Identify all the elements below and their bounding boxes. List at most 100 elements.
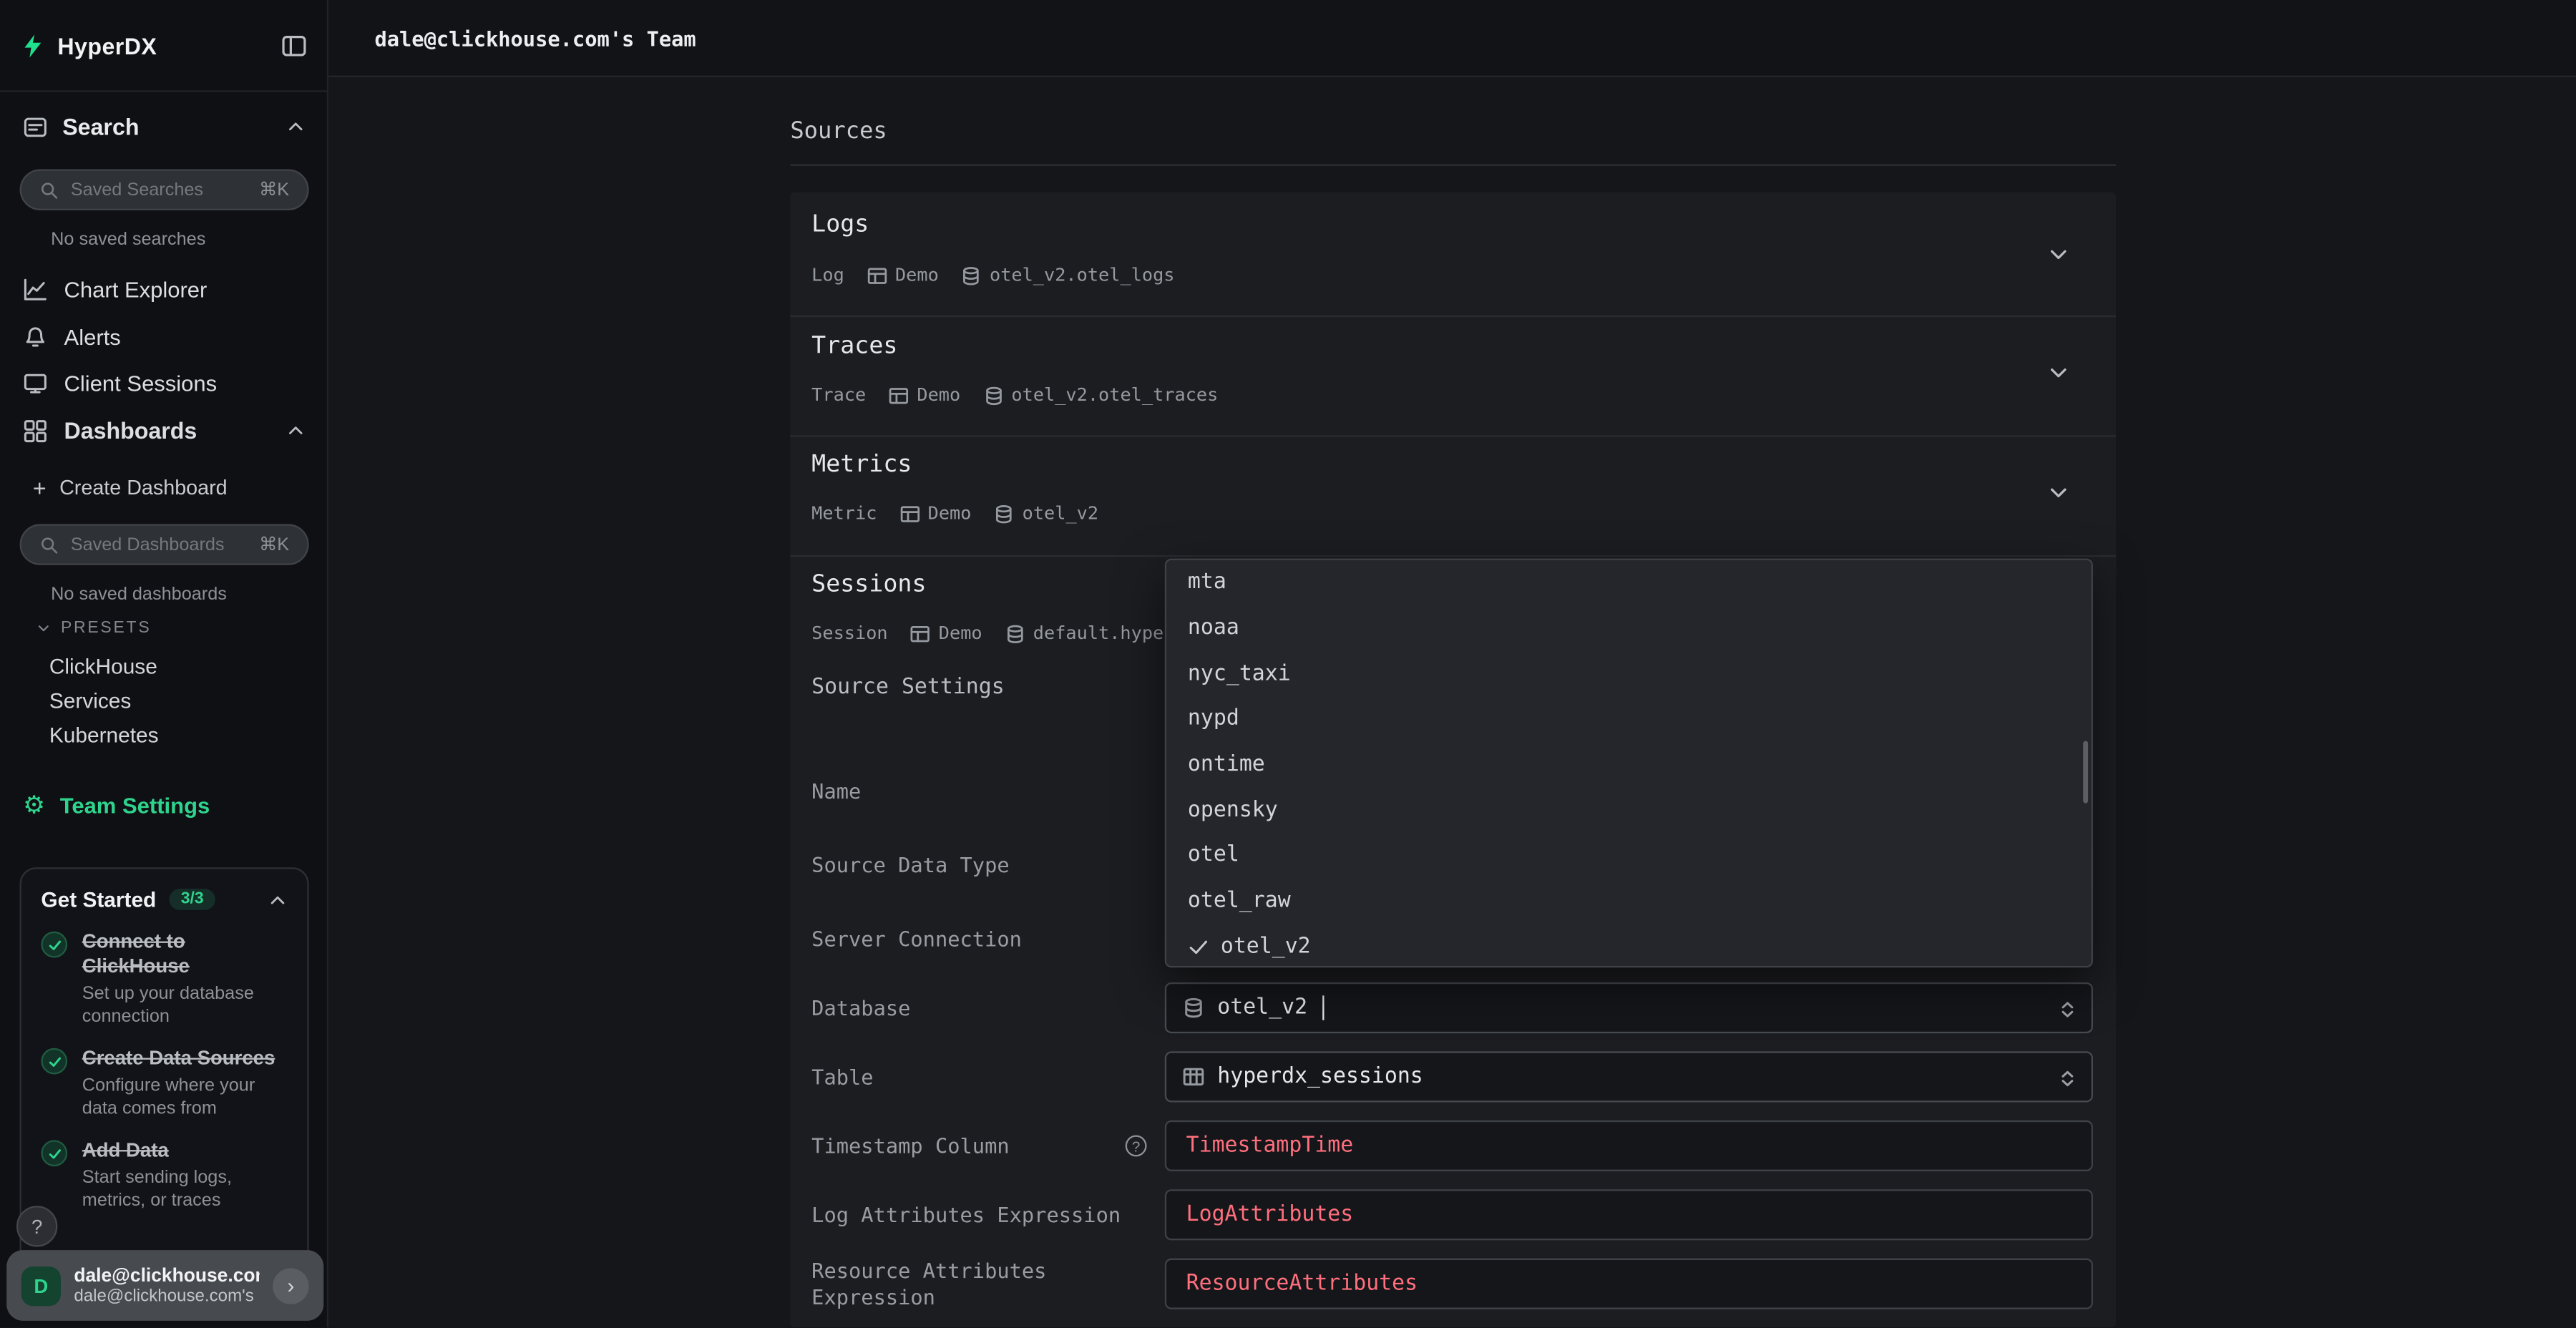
database-icon bbox=[983, 385, 1003, 405]
dropdown-option-selected[interactable]: otel_v2 bbox=[1166, 924, 2092, 967]
sidebar-item-label: Client Sessions bbox=[64, 371, 306, 395]
table-icon bbox=[900, 504, 920, 524]
presets-toggle[interactable]: PRESETS bbox=[36, 620, 152, 638]
saved-dashboards-input[interactable]: Saved Dashboards ⌘K bbox=[20, 524, 309, 565]
source-connection: Demo bbox=[939, 622, 982, 644]
avatar: D bbox=[21, 1266, 61, 1305]
form-row-timestamp-column: Timestamp Column ? TimestampTime bbox=[811, 1120, 2093, 1171]
log-attributes-value: LogAttributes bbox=[1186, 1203, 1354, 1227]
preset-item-services[interactable]: Services bbox=[0, 683, 328, 718]
database-icon bbox=[995, 504, 1015, 524]
dropdown-option[interactable]: mta bbox=[1166, 560, 2092, 605]
database-select[interactable]: otel_v2 bbox=[1165, 982, 2093, 1033]
check-circle-icon bbox=[41, 1048, 67, 1075]
source-connection: Demo bbox=[895, 265, 939, 286]
get-started-header[interactable]: Get Started 3/3 bbox=[41, 887, 287, 912]
source-meta-sessions: Session Demo default.hyperdx_s bbox=[811, 622, 1218, 644]
table-select[interactable]: hyperdx_sessions bbox=[1165, 1051, 2093, 1102]
sidebar-item-client-sessions[interactable]: Client Sessions bbox=[0, 360, 328, 406]
source-title-sessions: Sessions bbox=[811, 572, 926, 598]
saved-dashboards-placeholder: Saved Dashboards bbox=[71, 534, 248, 555]
monitor-icon bbox=[23, 371, 47, 395]
chevron-down-icon[interactable] bbox=[2047, 243, 2070, 266]
get-started-item[interactable]: Connect to ClickHouse Set up your databa… bbox=[41, 929, 287, 1028]
sidebar-item-chart-explorer[interactable]: Chart Explorer bbox=[0, 266, 328, 312]
chevron-down-icon bbox=[36, 621, 52, 636]
get-started-item[interactable]: Create Data Sources Configure where your… bbox=[41, 1046, 287, 1120]
dashboards-grid-icon bbox=[23, 418, 47, 442]
table-icon bbox=[867, 265, 887, 285]
dropdown-option[interactable]: otel bbox=[1166, 833, 2092, 878]
user-name: dale@clickhouse.com bbox=[74, 1266, 259, 1286]
database-value: otel_v2 bbox=[1217, 995, 1307, 1020]
user-menu[interactable]: D dale@clickhouse.com dale@clickhouse.co… bbox=[6, 1250, 323, 1321]
dropdown-option[interactable]: nyc_taxi bbox=[1166, 651, 2092, 696]
sidebar-item-alerts[interactable]: Alerts bbox=[0, 314, 328, 360]
preset-label: Services bbox=[49, 688, 131, 713]
form-row-resource-attributes: Resource Attributes Expression ResourceA… bbox=[811, 1259, 2093, 1309]
source-table: otel_v2.otel_logs bbox=[990, 265, 1175, 286]
timestamp-column-input[interactable]: TimestampTime bbox=[1165, 1120, 2093, 1171]
field-label: Server Connection bbox=[811, 914, 1148, 965]
source-meta-traces: Trace Demo otel_v2.otel_traces bbox=[811, 384, 1218, 406]
source-type: Metric bbox=[811, 503, 877, 524]
question-mark-icon: ? bbox=[31, 1215, 42, 1238]
source-connection: Demo bbox=[928, 503, 972, 524]
divider bbox=[790, 316, 2116, 317]
divider bbox=[790, 435, 2116, 436]
timestamp-column-value: TimestampTime bbox=[1186, 1133, 1354, 1158]
get-started-item-title: Add Data bbox=[82, 1138, 288, 1163]
text-caret bbox=[1322, 995, 1324, 1020]
dropdown-option[interactable]: otel_raw bbox=[1166, 878, 2092, 923]
sidebar-item-dashboards[interactable]: Dashboards bbox=[0, 407, 328, 453]
help-button[interactable]: ? bbox=[16, 1206, 57, 1246]
get-started-item-desc: Set up your database connection bbox=[82, 982, 288, 1028]
collapse-sidebar-icon[interactable] bbox=[281, 33, 308, 59]
team-settings-button[interactable]: ⚙ Team Settings bbox=[0, 782, 328, 828]
source-meta-logs: Log Demo otel_v2.otel_logs bbox=[811, 265, 1174, 286]
preset-item-clickhouse[interactable]: ClickHouse bbox=[0, 649, 328, 683]
search-icon bbox=[39, 534, 59, 555]
shortcut-hint: ⌘K bbox=[259, 179, 289, 200]
search-icon bbox=[39, 180, 59, 200]
no-saved-searches-note: No saved searches bbox=[51, 230, 205, 250]
log-attributes-input[interactable]: LogAttributes bbox=[1165, 1189, 2093, 1240]
help-circle-icon[interactable]: ? bbox=[1126, 1135, 1147, 1156]
divider bbox=[790, 555, 2116, 557]
field-label: Resource Attributes Expression bbox=[811, 1259, 1116, 1309]
check-circle-icon bbox=[41, 1140, 67, 1166]
get-started-card: Get Started 3/3 Connect to ClickHouse Se… bbox=[20, 867, 309, 1304]
dropdown-option[interactable]: nypd bbox=[1166, 696, 2092, 741]
source-type: Log bbox=[811, 265, 844, 286]
dropdown-scrollbar-thumb[interactable] bbox=[2083, 741, 2088, 803]
preset-item-kubernetes[interactable]: Kubernetes bbox=[0, 718, 328, 752]
source-type: Trace bbox=[811, 384, 866, 406]
source-title-logs: Logs bbox=[811, 212, 869, 238]
progress-badge: 3/3 bbox=[170, 889, 215, 910]
top-bar: dale@clickhouse.com's Team bbox=[328, 0, 2576, 77]
sidebar-section-search[interactable]: Search bbox=[0, 105, 328, 148]
get-started-item-title: Create Data Sources bbox=[82, 1046, 288, 1070]
app-title: HyperDX bbox=[57, 33, 157, 59]
user-org: dale@clickhouse.com's bbox=[74, 1286, 259, 1306]
dropdown-option[interactable]: ontime bbox=[1166, 742, 2092, 787]
chevron-down-icon[interactable] bbox=[2047, 361, 2070, 384]
dropdown-option[interactable]: noaa bbox=[1166, 605, 2092, 650]
logo-row: HyperDX bbox=[20, 23, 308, 69]
create-dashboard-button[interactable]: + Create Dashboard bbox=[0, 467, 328, 509]
bell-icon bbox=[23, 324, 47, 348]
saved-searches-input[interactable]: Saved Searches ⌘K bbox=[20, 169, 309, 210]
resource-attributes-input[interactable]: ResourceAttributes bbox=[1165, 1259, 2093, 1309]
chevron-down-icon[interactable] bbox=[2047, 482, 2070, 504]
database-icon bbox=[1005, 623, 1025, 643]
dropdown-option[interactable]: opensky bbox=[1166, 787, 2092, 832]
team-title: dale@clickhouse.com's Team bbox=[374, 26, 696, 50]
create-dashboard-label: Create Dashboard bbox=[59, 477, 228, 499]
form-row-table: Table hyperdx_sessions bbox=[811, 1051, 2093, 1102]
field-label: Table bbox=[811, 1051, 1148, 1102]
check-circle-icon bbox=[41, 932, 67, 958]
chevron-right-icon: › bbox=[273, 1267, 309, 1304]
get-started-item[interactable]: Add Data Start sending logs, metrics, or… bbox=[41, 1138, 287, 1212]
select-spinner-icon bbox=[2057, 999, 2078, 1020]
source-table: otel_v2 bbox=[1023, 503, 1098, 524]
